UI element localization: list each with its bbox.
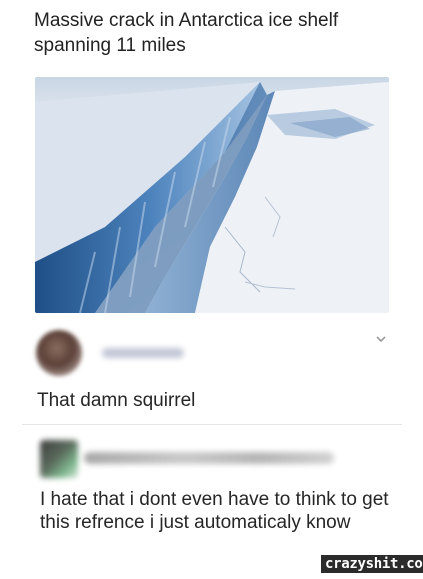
avatar[interactable] bbox=[36, 330, 82, 376]
blurred-username[interactable] bbox=[102, 348, 184, 358]
comment-1: That damn squirrel bbox=[0, 318, 423, 422]
comment-text: That damn squirrel bbox=[37, 390, 196, 411]
watermark: crazyshit.com bbox=[321, 555, 423, 573]
chevron-down-icon[interactable] bbox=[374, 332, 388, 346]
post-title: Massive crack in Antarctica ice shelf sp… bbox=[34, 8, 404, 58]
post-photo[interactable] bbox=[35, 77, 389, 313]
divider bbox=[22, 424, 402, 425]
comment-text: I hate that i dont even have to think to… bbox=[40, 489, 389, 533]
post-title-line-2: spanning 11 miles bbox=[34, 35, 186, 56]
blurred-username[interactable] bbox=[84, 452, 334, 464]
ice-crack-image bbox=[35, 77, 389, 313]
post-title-line-1: Massive crack in Antarctica ice shelf bbox=[34, 10, 339, 31]
avatar[interactable] bbox=[40, 440, 78, 478]
